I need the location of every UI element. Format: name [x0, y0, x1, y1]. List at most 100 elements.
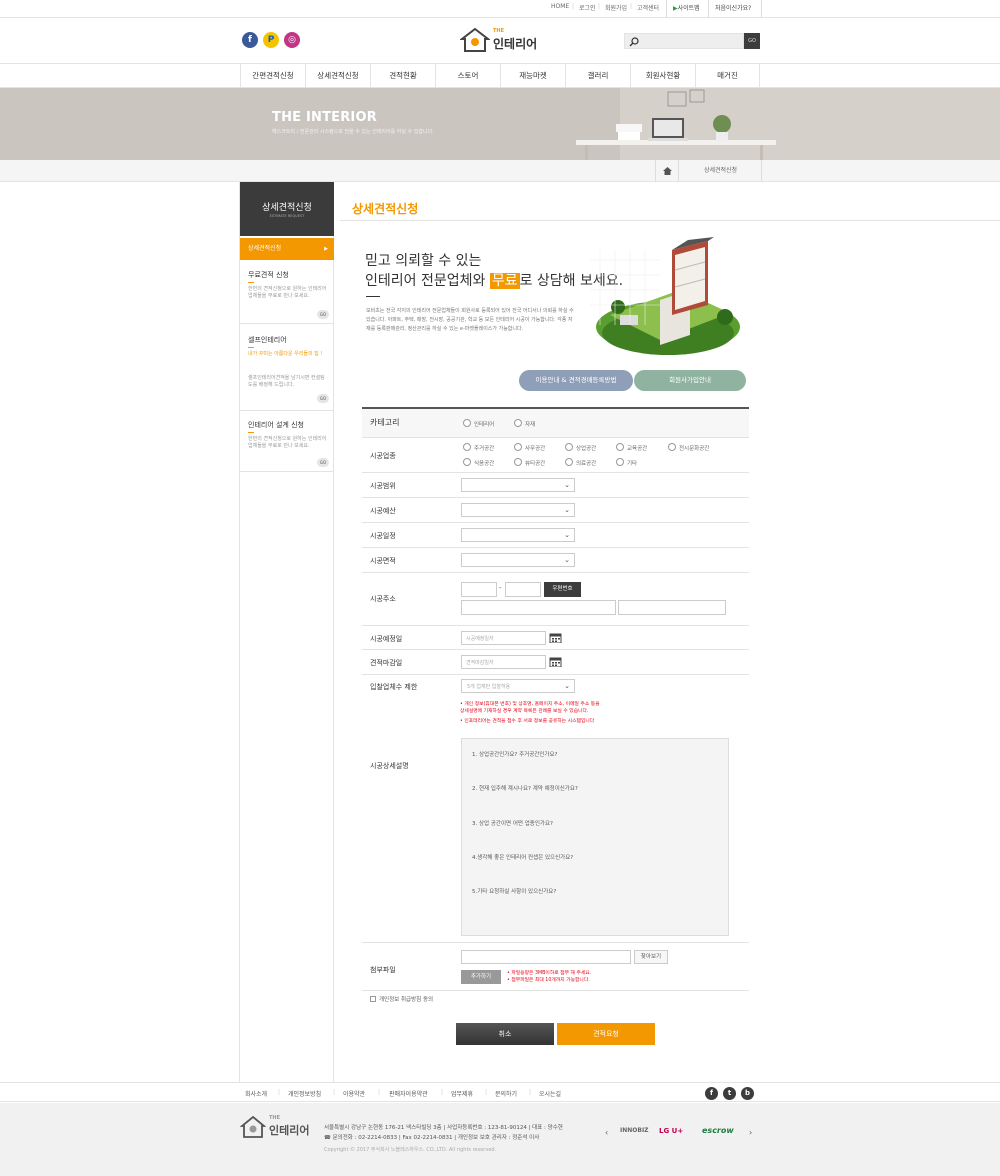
- nav-members[interactable]: 회원사현황: [630, 64, 695, 88]
- divider: [366, 296, 380, 297]
- intro-highlight: 무료: [489, 273, 520, 289]
- row-scope: 시공범위 ⌄: [362, 473, 749, 498]
- home-link[interactable]: HOME: [551, 3, 569, 10]
- footer-link-about[interactable]: 회사소개: [245, 1089, 267, 1098]
- radio-interior[interactable]: 인테리어: [463, 419, 494, 428]
- separator: |: [333, 1089, 336, 1096]
- file-input[interactable]: [461, 950, 631, 964]
- footer-link-seller-terms[interactable]: 판매자이용약관: [389, 1089, 428, 1098]
- radio-type-exhibition[interactable]: 전시문화공간: [668, 443, 709, 452]
- calendar-icon[interactable]: [549, 657, 563, 667]
- card-title: 셀프인테리어: [248, 336, 287, 344]
- separator: |: [278, 1089, 281, 1096]
- nav-simple-estimate[interactable]: 간편견적신청: [240, 64, 305, 88]
- search-button[interactable]: GO: [744, 33, 760, 49]
- nav-magazine[interactable]: 매거진: [695, 64, 760, 88]
- deadline-input[interactable]: 견적마감일자: [461, 655, 546, 669]
- member-join-button[interactable]: 회원사가입안내: [634, 370, 746, 391]
- submit-estimate-button[interactable]: 견적요청: [557, 1023, 655, 1045]
- calendar-icon[interactable]: [549, 633, 563, 643]
- zip-search-button[interactable]: 우편번호: [544, 582, 581, 597]
- cs-link[interactable]: 고객센터: [637, 3, 659, 12]
- sidebar-card-self-interior[interactable]: 셀프인테리어 내가 꾸미는 아름다운 우리들의 집 ! 셀프인테리어견적을 남기…: [240, 325, 334, 411]
- breadcrumb-current[interactable]: 상세견적신청: [680, 160, 762, 181]
- intro-heading-1: 믿고 의뢰할 수 있는: [365, 253, 482, 269]
- radio-type-commercial[interactable]: 상업공간: [565, 443, 596, 452]
- sidebar-item-detail-estimate[interactable]: 상세견적신청 ▶: [240, 238, 334, 260]
- limit-select[interactable]: 5개 업체만 입찰허용 ⌄: [461, 679, 575, 693]
- footer-link-contact[interactable]: 문의하기: [495, 1089, 517, 1098]
- sitemap-label: 사이트맵: [677, 5, 700, 12]
- zip-input-1[interactable]: [461, 582, 497, 597]
- planned-date-input[interactable]: 시공예정일자: [461, 631, 546, 645]
- address-input-2[interactable]: [618, 600, 726, 615]
- radio-type-food[interactable]: 식음공간: [463, 458, 494, 467]
- agree-checkbox[interactable]: 개인정보 취급방침 동의: [370, 995, 433, 1003]
- radio-type-residential[interactable]: 주거공간: [463, 443, 494, 452]
- facebook-icon[interactable]: f: [242, 32, 258, 48]
- radio-type-medical[interactable]: 의료공간: [565, 458, 596, 467]
- radio-type-beauty[interactable]: 뷰티공간: [514, 458, 545, 467]
- sitemap-link[interactable]: ▶사이트맵: [666, 0, 708, 18]
- facebook-icon[interactable]: f: [705, 1087, 718, 1100]
- area-select[interactable]: ⌄: [461, 553, 575, 567]
- footer-link-directions[interactable]: 오시는길: [539, 1089, 561, 1098]
- chevron-down-icon: ⌄: [564, 506, 570, 514]
- sidebar-card-design-request[interactable]: 인테리어 설계 신청 한번의 견적신청으로 원하는 인테리어 업체들을 무료로 …: [240, 412, 334, 472]
- chevron-down-icon: ⌄: [564, 531, 570, 539]
- zip-dash: -: [499, 584, 502, 592]
- limit-label: 입찰업체수 제한: [370, 683, 418, 691]
- radio-type-office[interactable]: 사무공간: [514, 443, 545, 452]
- banner-subtitle: 헤스크트리 / 전문관리 시스템으로 믿을 수 있는 인테리어를 하실 수 있습…: [272, 129, 434, 135]
- nav-gallery[interactable]: 갤러리: [565, 64, 630, 88]
- login-link[interactable]: 로그인: [579, 3, 596, 12]
- sidebar-item-label: 상세견적신청: [248, 245, 282, 252]
- cancel-button[interactable]: 취소: [456, 1023, 554, 1045]
- nav-store[interactable]: 스토어: [435, 64, 500, 88]
- card-desc: 셀프인테리어견적을 남기시면 컨설팅도를 배정해 드립니다.: [248, 375, 325, 388]
- footer-address: 서울특별시 강남구 논현동 176-21 넥스타빌딩 3층 | 사업자등록번호 …: [324, 1125, 563, 1131]
- go-button[interactable]: GO: [317, 394, 329, 403]
- instagram-icon[interactable]: ◎: [284, 32, 300, 48]
- logo-the: THE: [269, 1115, 281, 1121]
- radio-material[interactable]: 자재: [514, 419, 535, 428]
- radio-type-education[interactable]: 교육공간: [616, 443, 647, 452]
- pinterest-icon[interactable]: P: [263, 32, 279, 48]
- add-file-button[interactable]: 추가하기: [461, 970, 501, 984]
- nav-estimate-status[interactable]: 견적현황: [370, 64, 435, 88]
- join-link[interactable]: 회원가입: [605, 3, 627, 12]
- guide-button[interactable]: 이용안내 & 견적경매등록방법: [519, 370, 633, 391]
- search-icon: [629, 37, 639, 47]
- go-button[interactable]: GO: [317, 310, 329, 319]
- scope-select[interactable]: ⌄: [461, 478, 575, 492]
- search-input[interactable]: [624, 33, 744, 49]
- footer-link-terms[interactable]: 이용약관: [343, 1089, 365, 1098]
- address-input-1[interactable]: [461, 600, 616, 615]
- nav-detail-estimate[interactable]: 상세견적신청: [305, 64, 370, 88]
- utility-bar: HOME | 로그인 | 회원가입 | 고객센터 ▶사이트맵 처음이신가요?: [0, 0, 1000, 18]
- footer-link-partnership[interactable]: 업무제휴: [451, 1089, 473, 1098]
- schedule-select[interactable]: ⌄: [461, 528, 575, 542]
- card-title: 무료견적 신청: [248, 271, 289, 279]
- find-file-button[interactable]: 찾아보기: [634, 950, 668, 964]
- radio-type-etc[interactable]: 기타: [616, 458, 637, 467]
- help-link[interactable]: 처음이신가요?: [708, 0, 762, 18]
- detail-textarea[interactable]: 1. 상업공간인가요? 주거공간인가요? 2. 현재 입주해 계시나요? 계약 …: [461, 738, 729, 936]
- budget-select[interactable]: ⌄: [461, 503, 575, 517]
- breadcrumb-home[interactable]: [655, 160, 679, 181]
- row-planned-date: 시공예정일 시공예정일자: [362, 626, 749, 650]
- intro-heading-2: 인테리어 전문업체와 무료 로 상담해 보세요.: [365, 270, 623, 290]
- sidebar-card-free-estimate[interactable]: 무료견적 신청 한번의 견적신청으로 원하는 인테리어 업체들을 무료로 만나 …: [240, 262, 334, 324]
- chevron-right-icon[interactable]: ›: [749, 1128, 752, 1137]
- notice-text: 상세설명에 기재하실 경우 계약 목록은 관례를 보실 수 있습니다.: [460, 709, 589, 714]
- nav-talent-market[interactable]: 재능마켓: [500, 64, 565, 88]
- site-logo[interactable]: THE 인테리어: [460, 27, 550, 55]
- question-text: 4.생각해 좋은 인테리어 컨셉은 있으신가요?: [472, 855, 574, 861]
- go-button[interactable]: GO: [317, 458, 329, 467]
- question-text: 3. 상업 공간이면 어떤 업종인가요?: [472, 821, 553, 827]
- footer-link-privacy[interactable]: 개인정보방침: [288, 1089, 321, 1098]
- chevron-left-icon[interactable]: ‹: [605, 1128, 608, 1137]
- zip-input-2[interactable]: [505, 582, 541, 597]
- blog-icon[interactable]: b: [741, 1087, 754, 1100]
- twitter-icon[interactable]: t: [723, 1087, 736, 1100]
